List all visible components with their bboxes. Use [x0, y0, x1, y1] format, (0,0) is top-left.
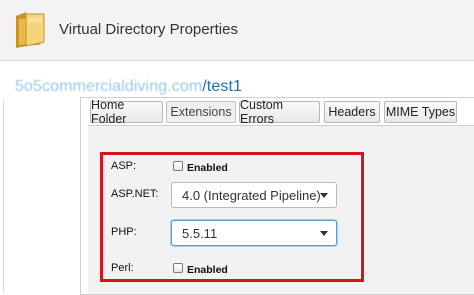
tab-home-folder[interactable]: Home Folder	[90, 98, 163, 126]
aspnet-version-select[interactable]: 4.0 (Integrated Pipeline)	[171, 182, 337, 208]
site-domain[interactable]: 5o5commercialdiving.com	[15, 78, 202, 95]
php-label: PHP:	[111, 226, 137, 238]
extensions-highlight-box	[100, 152, 364, 282]
chevron-down-icon	[320, 231, 328, 236]
tab-label: MIME Types	[385, 105, 456, 119]
tab-label: Extensions	[170, 105, 232, 119]
php-version-value: 5.5.11	[182, 225, 218, 241]
perl-enabled-checkbox[interactable]	[173, 263, 183, 273]
tab-label: Headers	[328, 105, 376, 119]
aspnet-version-value: 4.0 (Integrated Pipeline)	[182, 187, 321, 203]
asp-enabled-label: Enabled	[187, 162, 228, 174]
dialog-header: Virtual Directory Properties	[0, 0, 474, 61]
perl-label: Perl:	[111, 262, 134, 274]
tab-label: Home Folder	[91, 98, 127, 126]
chevron-down-icon	[320, 193, 328, 198]
folder-icon	[16, 12, 45, 48]
tab-headers[interactable]: Headers	[324, 101, 380, 123]
page-title: Virtual Directory Properties	[59, 21, 238, 38]
tab-label: Custom Errors	[240, 98, 284, 126]
php-version-select[interactable]: 5.5.11	[171, 220, 337, 246]
asp-enabled-checkbox[interactable]	[173, 161, 183, 171]
site-path[interactable]: /test1	[202, 78, 242, 95]
perl-enabled-label: Enabled	[187, 264, 228, 276]
divider	[3, 100, 4, 293]
tab-extensions[interactable]: Extensions	[166, 101, 236, 123]
aspnet-label: ASP.NET:	[111, 188, 159, 200]
asp-label: ASP:	[111, 160, 137, 172]
site-path-link[interactable]: 5o5commercialdiving.com/test1	[15, 78, 242, 96]
tab-mime-types[interactable]: MIME Types	[384, 101, 457, 123]
tab-custom-errors[interactable]: Custom Errors	[239, 98, 320, 126]
